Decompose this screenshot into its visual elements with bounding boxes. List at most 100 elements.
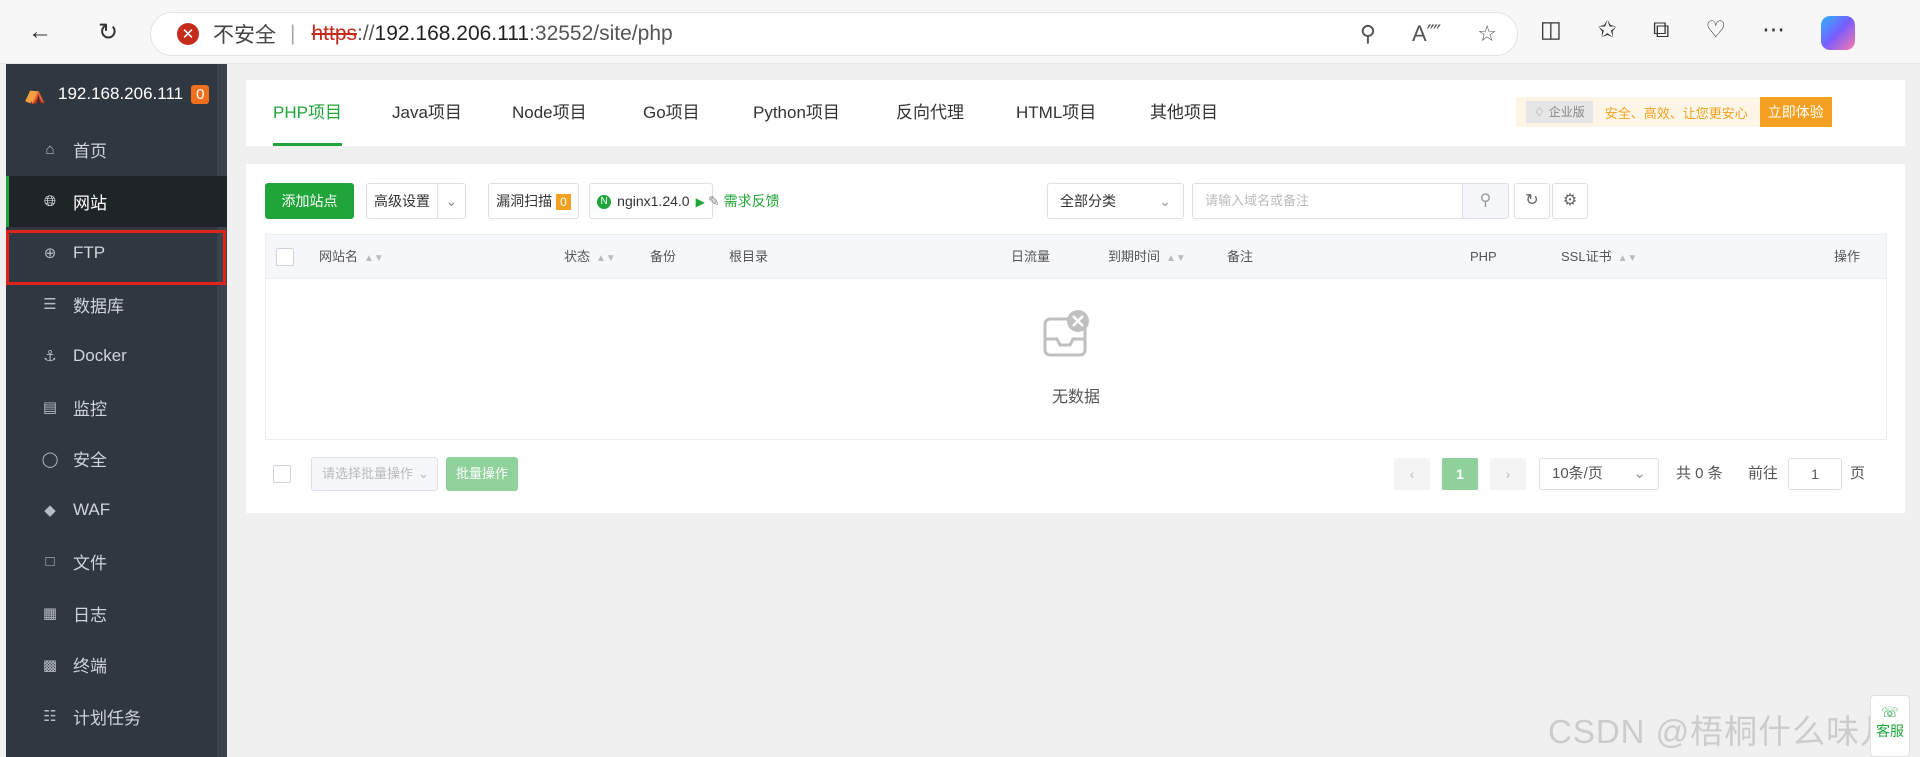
site-list-panel: 添加站点 高级设置 ⌄ 漏洞扫描 0 Nnginx1.24.0 ▶ ✎ 需求反馈 全… bbox=[246, 164, 1905, 513]
copilot-icon[interactable] bbox=[1821, 16, 1856, 50]
not-secure-icon[interactable]: ✕ bbox=[177, 23, 199, 45]
browser-toolbar: ← ↻ ✕ 不安全 | https://192.168.206.111:3255… bbox=[0, 0, 1920, 64]
add-site-button[interactable]: 添加站点 bbox=[265, 183, 354, 219]
sort-icon[interactable]: ▲▼ bbox=[1618, 253, 1638, 264]
tab-go[interactable]: Go项目 bbox=[643, 80, 700, 146]
customer-service-label: 客服 bbox=[1876, 723, 1904, 739]
browser-health-icon[interactable]: ♡ bbox=[1705, 16, 1726, 50]
address-bar[interactable]: ✕ 不安全 | https://192.168.206.111:32552/si… bbox=[150, 12, 1518, 56]
waf-icon: ◆ bbox=[44, 502, 56, 520]
prev-page-icon[interactable]: ‹ bbox=[1394, 458, 1430, 490]
tab-node[interactable]: Node项目 bbox=[512, 80, 587, 146]
sidebar-item-docker[interactable]: ⚓ Docker bbox=[6, 330, 227, 382]
enterprise-tag: ♢ 企业版 bbox=[1526, 101, 1593, 123]
col-status[interactable]: 状态 ▲▼ bbox=[564, 235, 616, 279]
sidebar-item-ftp[interactable]: ⊕ FTP bbox=[6, 227, 227, 279]
tab-php[interactable]: PHP项目 bbox=[273, 80, 342, 146]
vuln-scan-button[interactable]: 漏洞扫描 0 bbox=[488, 183, 579, 219]
zoom-out-icon[interactable]: ⚲ bbox=[1360, 21, 1376, 47]
server-header[interactable]: ⛺ 192.168.206.111 0 bbox=[6, 64, 227, 124]
tab-other[interactable]: 其他项目 bbox=[1150, 80, 1218, 146]
sidebar-item-files[interactable]: □ 文件 bbox=[6, 536, 227, 588]
sidebar-item-label: 日志 bbox=[73, 605, 107, 625]
search-input[interactable]: 请输入域名或备注 ⚲ bbox=[1192, 183, 1509, 219]
sidebar-item-label: 安全 bbox=[73, 451, 107, 471]
url-path: :32552/site/php bbox=[529, 22, 673, 45]
col-traffic: 日流量 bbox=[1011, 249, 1051, 264]
promo-text: 安全、高效、让您更安心 bbox=[1604, 105, 1748, 121]
col-site-name[interactable]: 网站名 ▲▼ bbox=[319, 235, 384, 279]
col-ssl[interactable]: SSL证书 ▲▼ bbox=[1561, 235, 1637, 279]
next-page-icon[interactable]: › bbox=[1490, 458, 1526, 490]
sidebar-item-label: 数据库 bbox=[73, 296, 124, 316]
server-name: 192.168.206.111 bbox=[58, 84, 184, 103]
favorite-star-icon[interactable]: ☆ bbox=[1477, 21, 1497, 47]
diamond-icon: ♢ bbox=[1534, 105, 1545, 119]
sidebar-item-label: 终端 bbox=[73, 657, 107, 677]
sort-icon[interactable]: ▲▼ bbox=[596, 253, 616, 264]
feedback-icon: ✎ bbox=[708, 193, 720, 209]
tab-python[interactable]: Python项目 bbox=[753, 80, 840, 146]
log-icon: ▦ bbox=[42, 605, 58, 623]
settings-gear-icon[interactable]: ⚙ bbox=[1552, 183, 1588, 219]
monitor-icon: ▤ bbox=[42, 399, 58, 417]
vuln-count-badge: 0 bbox=[556, 194, 571, 210]
sidebar-item-database[interactable]: ☰ 数据库 bbox=[6, 279, 227, 331]
try-now-button[interactable]: 立即体验 bbox=[1759, 97, 1832, 127]
more-menu-icon[interactable]: ⋯ bbox=[1762, 16, 1785, 50]
page-size-select[interactable]: 10条/页 ⌄ bbox=[1539, 458, 1659, 490]
shield-icon: ◯ bbox=[41, 450, 59, 468]
category-value: 全部分类 bbox=[1060, 193, 1116, 209]
sidebar-item-label: Docker bbox=[73, 345, 127, 365]
server-badge: 0 bbox=[191, 84, 210, 104]
col-expiry[interactable]: 到期时间 ▲▼ bbox=[1108, 235, 1186, 279]
batch-placeholder: 请选择批量操作 bbox=[322, 466, 414, 481]
customer-service-widget[interactable]: ☏ 客服 bbox=[1870, 695, 1910, 757]
sidebar-item-website[interactable]: 🌐︎ 网站 bbox=[6, 175, 227, 227]
select-all-checkbox[interactable] bbox=[276, 248, 294, 266]
sort-icon[interactable]: ▲▼ bbox=[364, 253, 384, 264]
not-secure-label[interactable]: 不安全 bbox=[213, 19, 276, 49]
sidebar-item-monitor[interactable]: ▤ 监控 bbox=[6, 382, 227, 434]
toolbar: 添加站点 高级设置 ⌄ 漏洞扫描 0 Nnginx1.24.0 ▶ ✎ 需求反馈 全… bbox=[265, 183, 1887, 219]
empty-inbox-icon bbox=[1043, 310, 1089, 357]
sidebar-item-cron[interactable]: ☷ 计划任务 bbox=[6, 691, 227, 743]
sidebar-item-terminal[interactable]: ▩ 终端 bbox=[6, 639, 227, 691]
category-select[interactable]: 全部分类 ⌄ bbox=[1047, 183, 1184, 219]
page-1-button[interactable]: 1 bbox=[1442, 458, 1478, 490]
batch-action-button[interactable]: 批量操作 bbox=[446, 457, 518, 491]
refresh-icon[interactable]: ↻ bbox=[1514, 183, 1550, 219]
folder-icon: □ bbox=[45, 553, 55, 571]
tab-html[interactable]: HTML项目 bbox=[1016, 80, 1096, 146]
batch-action-select[interactable]: 请选择批量操作 ⌄ bbox=[311, 457, 438, 491]
col-status-label: 状态 bbox=[564, 249, 591, 264]
chevron-down-icon[interactable]: ⌄ bbox=[437, 183, 466, 219]
sort-icon[interactable]: ▲▼ bbox=[1166, 253, 1186, 264]
reload-icon[interactable]: ↻ bbox=[92, 16, 124, 48]
sidebar-item-home[interactable]: ⌂ 首页 bbox=[6, 124, 227, 176]
sidebar-item-label: 文件 bbox=[73, 554, 107, 574]
advanced-settings-button[interactable]: 高级设置 bbox=[366, 183, 438, 219]
favorites-icon[interactable]: ✩ bbox=[1598, 16, 1617, 50]
project-tabs: PHP项目 Java项目 Node项目 Go项目 Python项目 反向代理 H… bbox=[246, 80, 1905, 146]
table-header: 网站名 ▲▼ 状态 ▲▼ 备份 根目录 日流量 到期时间 ▲▼ 备注 PHP SSL证… bbox=[266, 235, 1886, 279]
read-aloud-icon[interactable]: A⁗ bbox=[1412, 21, 1441, 47]
sidebar-item-label: 计划任务 bbox=[73, 708, 141, 728]
back-icon[interactable]: ← bbox=[24, 16, 56, 48]
enterprise-tag-label: 企业版 bbox=[1548, 105, 1585, 119]
tab-reverse-proxy[interactable]: 反向代理 bbox=[896, 80, 964, 146]
footer-select-all-checkbox[interactable] bbox=[273, 465, 291, 483]
col-site-name-label: 网站名 bbox=[319, 249, 359, 264]
goto-page-input[interactable]: 1 bbox=[1788, 458, 1842, 490]
sidebar-item-security[interactable]: ◯ 安全 bbox=[6, 433, 227, 485]
feedback-link[interactable]: ✎ 需求反馈 bbox=[708, 183, 780, 219]
tab-java[interactable]: Java项目 bbox=[392, 80, 462, 146]
play-icon: ▶ bbox=[695, 195, 705, 209]
server-logo-icon: ⛺ bbox=[23, 83, 47, 104]
sidebar-item-logs[interactable]: ▦ 日志 bbox=[6, 588, 227, 640]
nginx-button[interactable]: Nnginx1.24.0 ▶ bbox=[589, 183, 713, 219]
sidebar-item-waf[interactable]: ◆ WAF bbox=[6, 485, 227, 537]
split-screen-icon[interactable]: ◫ bbox=[1540, 16, 1562, 50]
collections-icon[interactable]: ⧉ bbox=[1653, 16, 1669, 50]
search-icon[interactable]: ⚲ bbox=[1462, 184, 1508, 218]
